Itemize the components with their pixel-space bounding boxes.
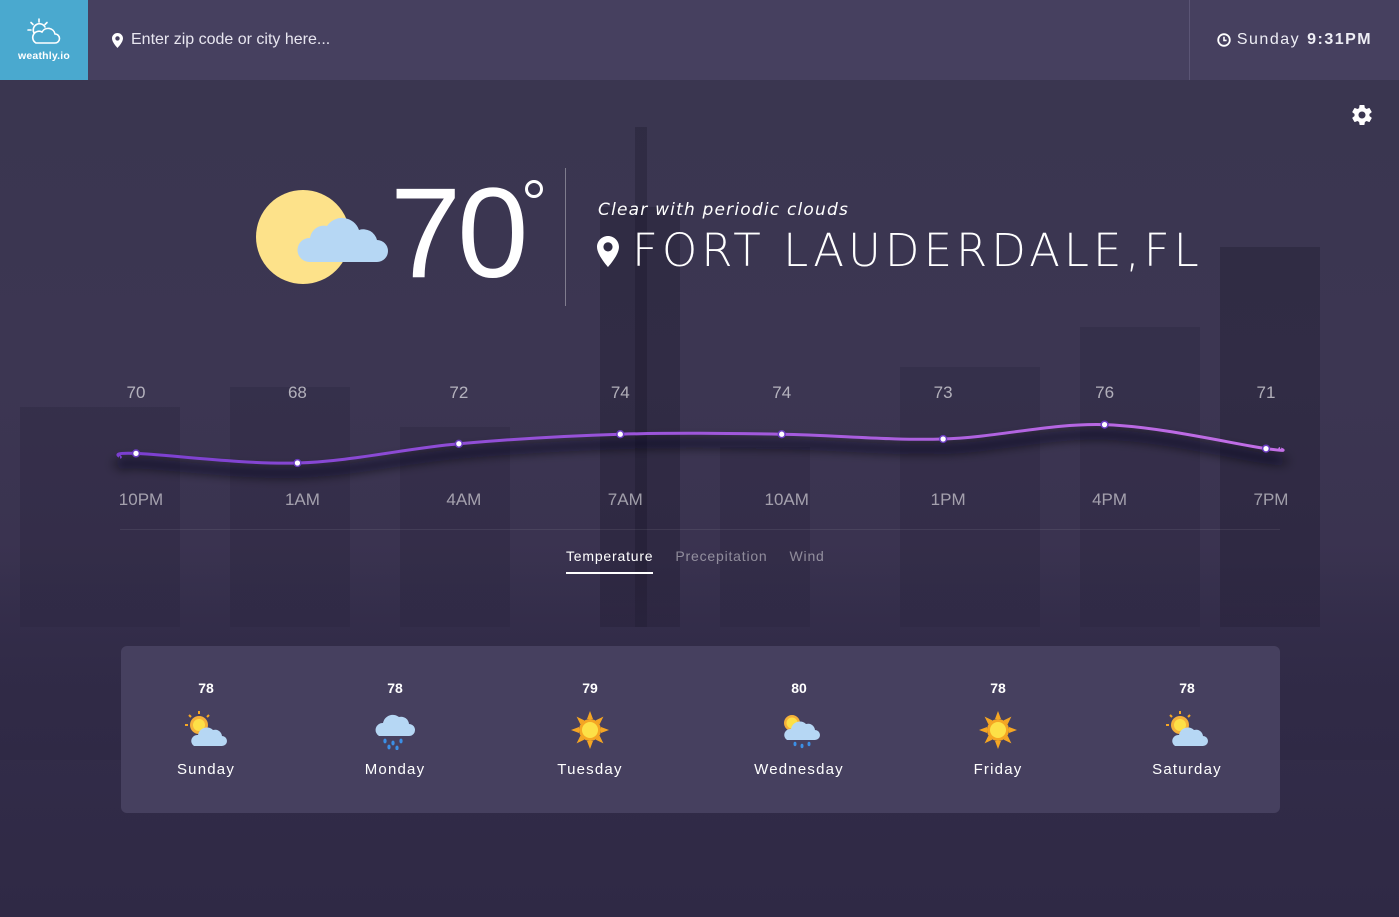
condition-text: Clear with periodic clouds — [598, 200, 850, 220]
chart-x-tick-label: 10AM — [765, 490, 809, 509]
current-temperature: 70 — [390, 162, 528, 305]
chart-value-label: 74 — [611, 383, 630, 402]
sun-icon — [979, 711, 1017, 749]
temperature-chart: 70 10PM 68 1AM 72 4AM 74 7AM 74 10AM 73 1PM 76 4PM 71 7… — [112, 383, 1289, 509]
gear-icon[interactable] — [1350, 103, 1374, 127]
chart-line-shadow — [112, 429, 1289, 479]
sun-icon — [571, 711, 609, 749]
forecast-temp: 78 — [387, 680, 403, 696]
clock-icon — [1217, 33, 1231, 47]
forecast-temp: 78 — [198, 680, 214, 696]
forecast-day-name: Saturday — [1152, 761, 1222, 778]
tab-wind[interactable]: Wind — [790, 548, 825, 574]
forecast-day[interactable]: 78 Monday — [315, 646, 475, 813]
chart-point[interactable] — [938, 434, 948, 444]
forecast-temp: 80 — [791, 680, 807, 696]
tab-precipitation[interactable]: Precepitation — [675, 548, 767, 574]
chart-baseline — [120, 529, 1280, 530]
chart-x-tick-label: 4PM — [1092, 490, 1127, 509]
chart-x-tick-label: 1PM — [931, 490, 966, 509]
chart-point[interactable] — [777, 430, 786, 439]
forecast-day-name: Tuesday — [557, 761, 623, 778]
logo[interactable]: weathly.io — [0, 0, 88, 80]
logo-text: weathly.io — [18, 50, 70, 62]
tab-temperature[interactable]: Temperature — [566, 548, 654, 574]
chart-x-tick-label: 7AM — [608, 490, 643, 509]
chart-point[interactable] — [1100, 420, 1109, 429]
chart-value-label: 68 — [288, 383, 307, 402]
degree-symbol — [525, 180, 543, 198]
top-bar: weathly.io Sunday 9:31PM — [0, 0, 1399, 80]
chart-value-label: 76 — [1095, 383, 1114, 402]
forecast-day[interactable]: 78 Friday — [918, 646, 1078, 813]
forecast-day-name: Sunday — [176, 761, 236, 778]
rain-icon — [375, 714, 415, 750]
chart-point[interactable] — [616, 430, 625, 439]
partly-cloudy-icon — [1166, 711, 1208, 746]
sun-cloud-logo-icon — [27, 18, 61, 44]
search-input[interactable] — [131, 31, 731, 49]
chart-point[interactable] — [454, 439, 464, 448]
forecast-temp: 78 — [990, 680, 1006, 696]
hero-divider — [565, 168, 566, 306]
chart-x-tick-label: 1AM — [285, 490, 320, 509]
chart-tabs: Temperature Precepitation Wind — [566, 548, 825, 574]
search-bar — [88, 0, 1189, 80]
chart-x-tick-label: 4AM — [446, 490, 481, 509]
forecast-day[interactable]: 78 Saturday — [1107, 646, 1267, 813]
clock: Sunday 9:31PM — [1189, 0, 1399, 80]
forecast-day-name: Monday — [364, 761, 426, 778]
chart-point[interactable] — [293, 458, 302, 468]
chart-point[interactable] — [131, 449, 141, 458]
chart-value-label: 74 — [772, 383, 791, 402]
chart-value-label: 71 — [1257, 383, 1276, 402]
chart-value-label: 73 — [934, 383, 953, 402]
chart-x-tick-label: 10PM — [119, 490, 163, 509]
forecast-temp: 78 — [1179, 680, 1195, 696]
clock-time: 9:31PM — [1307, 31, 1373, 48]
weekly-forecast: 78 Sunday 78 Monday 79 Tuesday 80 Wednes… — [121, 646, 1280, 813]
partly-cloudy-icon — [256, 190, 388, 284]
location-name: FORT LAUDERDALE,FL — [632, 224, 1203, 277]
chart-value-label: 72 — [449, 383, 468, 402]
forecast-day[interactable]: 78 Sunday — [126, 646, 286, 813]
location-pin-icon — [112, 32, 123, 48]
chart-x-tick-label: 7PM — [1254, 490, 1289, 509]
forecast-day-name: Friday — [973, 761, 1023, 778]
sun-rain-icon — [784, 715, 820, 749]
forecast-day[interactable]: 79 Tuesday — [510, 646, 670, 813]
forecast-temp: 79 — [582, 680, 598, 696]
partly-cloudy-icon — [185, 711, 227, 746]
forecast-day-name: Wednesday — [754, 761, 844, 778]
chart-point[interactable] — [1261, 444, 1271, 453]
clock-day: Sunday — [1236, 31, 1301, 48]
location-pin-icon — [597, 236, 619, 267]
chart-value-label: 70 — [127, 383, 146, 402]
forecast-day[interactable]: 80 Wednesday — [719, 646, 879, 813]
